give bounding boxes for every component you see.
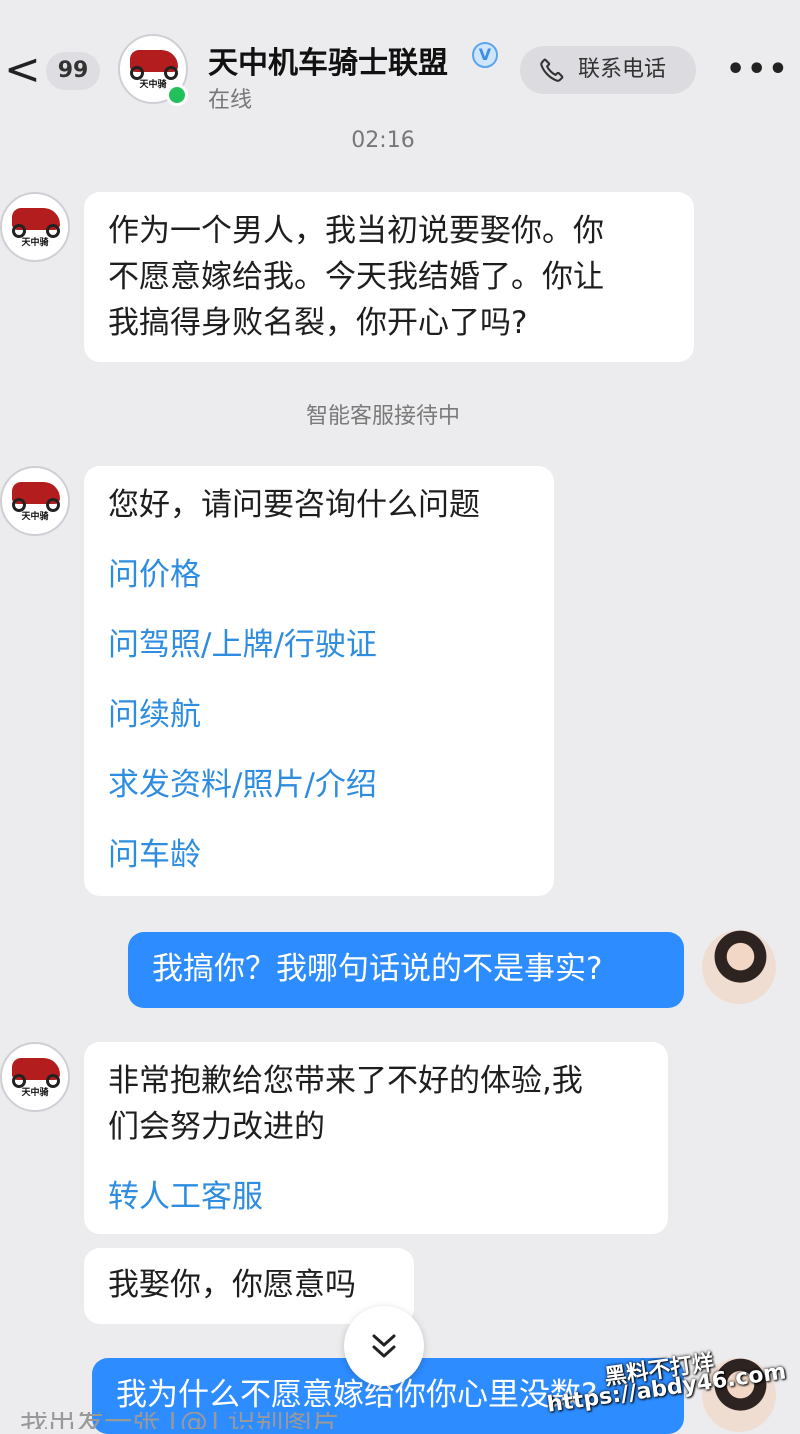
message-text: 我搞你？我哪句话说的不是事实?: [152, 951, 603, 987]
unread-count-badge[interactable]: 99: [46, 52, 100, 90]
message-text: 们会努力改进的: [108, 1109, 325, 1145]
quick-menu-bubble: 您好，请问要咨询什么问题 问价格 问驾照/上牌/行驶证 问续航 求发资料/照片/…: [84, 466, 554, 896]
message-text: 我娶你，你愿意吗: [108, 1267, 356, 1303]
scroll-to-bottom-button[interactable]: [344, 1306, 424, 1386]
menu-option-range[interactable]: 问续航: [108, 692, 530, 738]
phone-icon: [540, 58, 564, 82]
contact-phone-label: 联系电话: [578, 57, 667, 82]
wheel-icon: [46, 224, 60, 238]
message-text: 不愿意嫁给我。今天我结婚了。你让: [108, 259, 604, 295]
shop-avatar[interactable]: 天中骑: [0, 192, 70, 262]
bottom-toolbar-partial: 我出发一张 [@] 识别图片: [0, 1412, 700, 1429]
wheel-icon: [12, 498, 26, 512]
bottom-toolbar-text: 我出发一张 [@] 识别图片: [20, 1412, 340, 1429]
contact-phone-button[interactable]: 联系电话: [520, 46, 696, 94]
wheel-icon: [130, 66, 144, 80]
user-avatar[interactable]: [702, 930, 776, 1004]
shop-avatar-text: 天中骑: [21, 512, 49, 522]
system-notice: 智能客服接待中: [305, 404, 460, 429]
double-chevron-down-icon: [372, 1334, 396, 1358]
shop-avatar-text: 天中骑: [21, 238, 49, 248]
menu-option-license[interactable]: 问驾照/上牌/行驶证: [108, 622, 530, 668]
shop-avatar[interactable]: 天中骑: [0, 466, 70, 536]
menu-option-materials[interactable]: 求发资料/照片/介绍: [108, 762, 530, 808]
message-text: 我搞得身败名裂，你开心了吗?: [108, 305, 528, 341]
wheel-icon: [164, 66, 178, 80]
wheel-icon: [46, 1074, 60, 1088]
message-timestamp: 02:16: [351, 128, 415, 153]
menu-option-price[interactable]: 问价格: [108, 552, 530, 598]
message-text: 非常抱歉给您带来了不好的体验,我: [108, 1063, 583, 1099]
shop-avatar[interactable]: 天中骑: [0, 1042, 70, 1112]
chat-header: < 99 天中骑 天中机车骑士联盟 V 在线 联系电话 •••: [0, 0, 800, 118]
menu-greeting: 您好，请问要咨询什么问题: [108, 487, 480, 523]
online-status-dot: [166, 84, 188, 106]
menu-option-vehicle-age[interactable]: 问车龄: [108, 832, 530, 878]
message-bubble-outgoing[interactable]: 我搞你？我哪句话说的不是事实?: [128, 932, 684, 1008]
message-bubble-incoming[interactable]: 非常抱歉给您带来了不好的体验,我 们会努力改进的 转人工客服: [84, 1042, 668, 1234]
transfer-to-human-link[interactable]: 转人工客服: [108, 1174, 644, 1220]
message-text: 作为一个男人，我当初说要娶你。你: [108, 213, 604, 249]
online-status-text: 在线: [208, 88, 253, 113]
wheel-icon: [12, 1074, 26, 1088]
shop-avatar-text: 天中骑: [21, 1088, 49, 1098]
wheel-icon: [46, 498, 60, 512]
chat-title: 天中机车骑士联盟: [208, 46, 448, 81]
wheel-icon: [12, 224, 26, 238]
back-icon[interactable]: <: [4, 48, 41, 92]
message-bubble-incoming[interactable]: 作为一个男人，我当初说要娶你。你 不愿意嫁给我。今天我结婚了。你让 我搞得身败名…: [84, 192, 694, 362]
verified-badge-icon: V: [472, 42, 498, 68]
more-options-icon[interactable]: •••: [726, 52, 790, 87]
